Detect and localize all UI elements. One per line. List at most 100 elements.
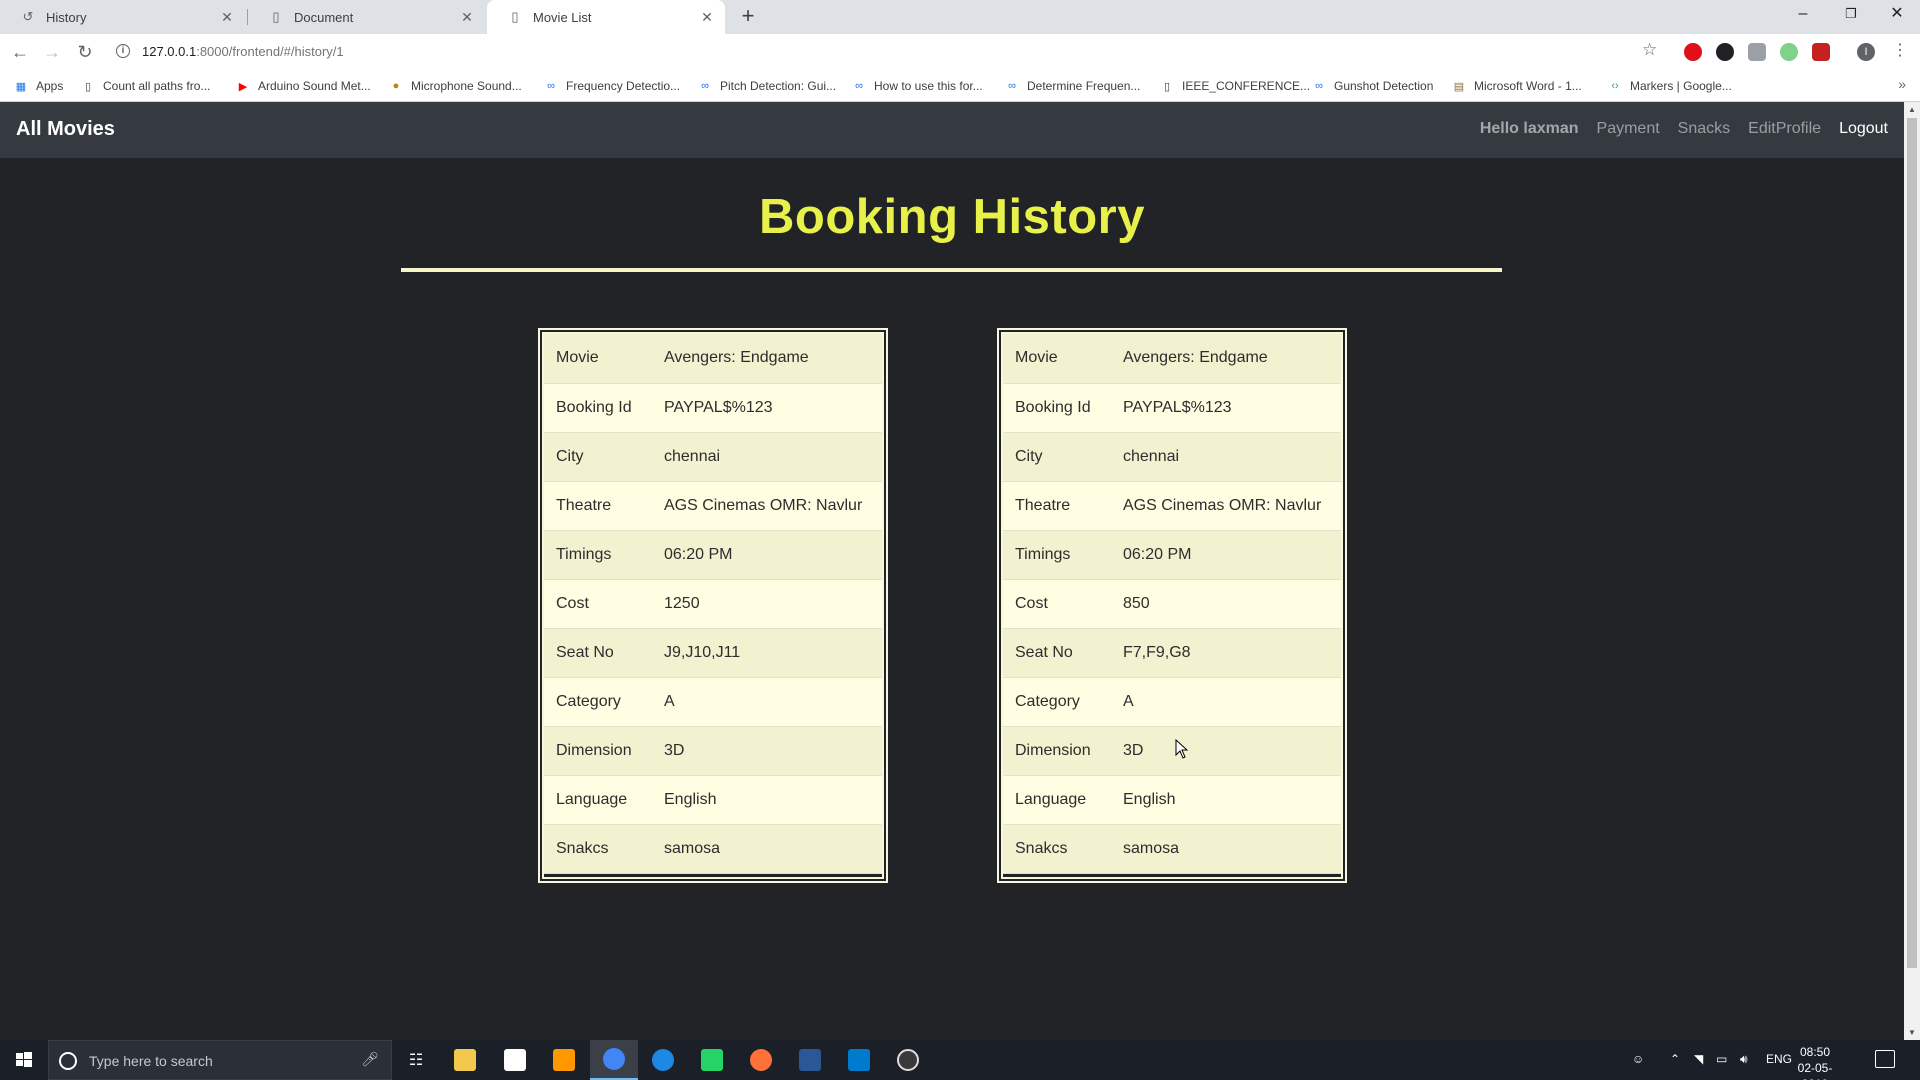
booking-field-label: Language <box>544 775 652 825</box>
booking-row: Booking Id PAYPAL$%123 <box>1003 383 1341 433</box>
link-icon: ∞ <box>1008 80 1016 92</box>
bookmark-item[interactable]: ∞ Gunshot Detection <box>1312 78 1433 94</box>
bookmark-label: Apps <box>36 79 64 93</box>
bookmark-item[interactable]: ▶ Arduino Sound Met... <box>236 78 371 94</box>
microphone-icon[interactable]: 🎤︎ <box>361 1051 379 1068</box>
windows-start-button[interactable] <box>0 1040 48 1080</box>
bookmark-item[interactable]: ‹› Markers | Google... <box>1608 78 1732 94</box>
sync-extension-icon[interactable] <box>1716 43 1734 61</box>
booking-field-label: Cost <box>544 579 652 629</box>
booking-row: Movie Avengers: Endgame <box>544 334 882 384</box>
bookmark-item[interactable]: ▯ IEEE_CONFERENCE... <box>1160 78 1310 94</box>
bookmark-label: Markers | Google... <box>1630 79 1732 93</box>
network-icon[interactable]: ◥ <box>1694 1052 1703 1066</box>
tab-movie-list[interactable]: ▯ Movie List ✕ <box>487 0 725 34</box>
booking-field-value: 06:20 PM <box>1111 530 1341 580</box>
task-view-icon[interactable]: ☷ <box>392 1040 440 1080</box>
scrollbar-thumb[interactable] <box>1907 118 1917 968</box>
bookmark-item[interactable]: ∞ Determine Frequen... <box>1005 78 1140 94</box>
extension-icon[interactable] <box>1780 43 1798 61</box>
info-icon[interactable]: i <box>116 44 130 58</box>
tab-document[interactable]: ▯ Document ✕ <box>248 0 485 34</box>
booking-field-label: Booking Id <box>1003 383 1111 433</box>
whatsapp-icon[interactable] <box>688 1040 736 1080</box>
show-hidden-icons-icon[interactable]: ⌃ <box>1670 1052 1680 1066</box>
extension-icon[interactable] <box>1748 43 1766 61</box>
close-window-icon[interactable]: ✕ <box>1874 0 1920 30</box>
booking-field-label: Movie <box>1003 334 1111 384</box>
bookmark-item[interactable]: ▯ Count all paths fro... <box>81 78 210 94</box>
restore-icon[interactable]: ❐ <box>1828 0 1874 30</box>
bookmark-star-icon[interactable]: ☆ <box>1642 40 1657 60</box>
firefox-icon[interactable] <box>737 1040 785 1080</box>
nav-link-payment[interactable]: Payment <box>1597 120 1660 138</box>
bookmark-item[interactable]: ∞ Pitch Detection: Gui... <box>698 78 836 94</box>
booking-row: Cost 850 <box>1003 579 1341 629</box>
booking-field-value: English <box>1111 775 1341 825</box>
history-icon: ↺ <box>22 9 34 24</box>
sublime-icon[interactable] <box>540 1040 588 1080</box>
forward-icon[interactable]: → <box>40 40 64 64</box>
page-icon: ▯ <box>272 9 280 24</box>
edge-icon[interactable] <box>639 1040 687 1080</box>
greeting-text: Hello laxman <box>1479 120 1579 137</box>
app-navbar: All Movies Hello laxman Payment Snacks E… <box>0 102 1904 158</box>
nav-link-snacks[interactable]: Snacks <box>1678 120 1730 138</box>
nav-link-logout[interactable]: Logout <box>1839 120 1888 138</box>
bookmark-item[interactable]: ▤ Microsoft Word - 1... <box>1452 78 1582 94</box>
booking-field-label: Theatre <box>544 481 652 531</box>
battery-icon[interactable]: ▭ <box>1716 1052 1727 1066</box>
more-bookmarks-icon[interactable]: » <box>1898 76 1906 92</box>
title-divider <box>401 268 1502 272</box>
browser-menu-icon[interactable]: ⋮ <box>1892 40 1908 60</box>
booking-field-value: Avengers: Endgame <box>652 334 882 384</box>
close-tab-icon[interactable]: ✕ <box>699 9 715 25</box>
code-icon: ‹› <box>1611 80 1619 92</box>
volume-icon[interactable]: 🔊︎ <box>1740 1052 1748 1067</box>
store-icon[interactable] <box>491 1040 539 1080</box>
bookmark-item[interactable]: ∞ Frequency Detectio... <box>544 78 680 94</box>
new-tab-button[interactable]: + <box>736 5 760 29</box>
bookmark-label: Microphone Sound... <box>411 79 522 93</box>
booking-card: Movie Avengers: Endgame Booking Id PAYPAL$%… <box>997 328 1347 883</box>
action-center-icon[interactable] <box>1875 1050 1895 1068</box>
scroll-up-icon[interactable]: ▲ <box>1908 105 1916 114</box>
chrome-icon[interactable] <box>590 1040 638 1080</box>
booking-row: Timings 06:20 PM <box>1003 530 1341 580</box>
close-tab-icon[interactable]: ✕ <box>219 9 235 25</box>
booking-field-value: AGS Cinemas OMR: Navlur <box>652 481 882 531</box>
booking-field-label: Movie <box>544 334 652 384</box>
tab-history[interactable]: ↺ History ✕ <box>0 0 245 34</box>
taskbar-search-box[interactable]: Type here to search 🎤︎ <box>48 1040 392 1080</box>
brand-link[interactable]: All Movies <box>16 118 115 141</box>
back-icon[interactable]: ← <box>8 40 32 64</box>
people-icon[interactable]: ☺ <box>1632 1052 1644 1066</box>
page-content: All Movies Hello laxman Payment Snacks E… <box>0 102 1904 1040</box>
windows-taskbar: Type here to search 🎤︎ ☷ ☺ ⌃ ◥ ▭ 🔊︎ ENG … <box>0 1040 1920 1080</box>
extension-icon[interactable] <box>1812 43 1830 61</box>
booking-field-value: F7,F9,G8 <box>1111 628 1341 678</box>
booking-field-label: City <box>1003 432 1111 482</box>
bookmark-item[interactable]: ● Microphone Sound... <box>389 78 522 94</box>
vscode-icon[interactable] <box>835 1040 883 1080</box>
scroll-down-icon[interactable]: ▼ <box>1908 1028 1916 1037</box>
file-explorer-icon[interactable] <box>441 1040 489 1080</box>
booking-field-value: English <box>652 775 882 825</box>
close-tab-icon[interactable]: ✕ <box>459 9 475 25</box>
minimize-icon[interactable]: – <box>1780 0 1826 30</box>
obs-icon[interactable] <box>884 1040 932 1080</box>
booking-field-label: Seat No <box>544 628 652 678</box>
taskbar-clock[interactable]: 08:50 02-05-2019 <box>1785 1044 1845 1080</box>
booking-row: Category A <box>544 677 882 727</box>
bookmark-item[interactable]: ∞ How to use this for... <box>852 78 983 94</box>
bookmark-apps[interactable]: ▦ Apps <box>14 78 64 94</box>
powershell-icon[interactable] <box>786 1040 834 1080</box>
profile-avatar-icon[interactable]: I <box>1857 43 1875 61</box>
page-scrollbar[interactable]: ▲ ▼ <box>1904 102 1920 1040</box>
address-bar[interactable]: i 127.0.0.1:8000/frontend/#/history/1 <box>108 39 1658 65</box>
booking-field-value: chennai <box>652 432 882 482</box>
booking-field-value: A <box>1111 677 1341 727</box>
reload-icon[interactable]: ↻ <box>73 40 97 64</box>
opera-extension-icon[interactable] <box>1684 43 1702 61</box>
nav-link-edit-profile[interactable]: EditProfile <box>1748 120 1821 138</box>
